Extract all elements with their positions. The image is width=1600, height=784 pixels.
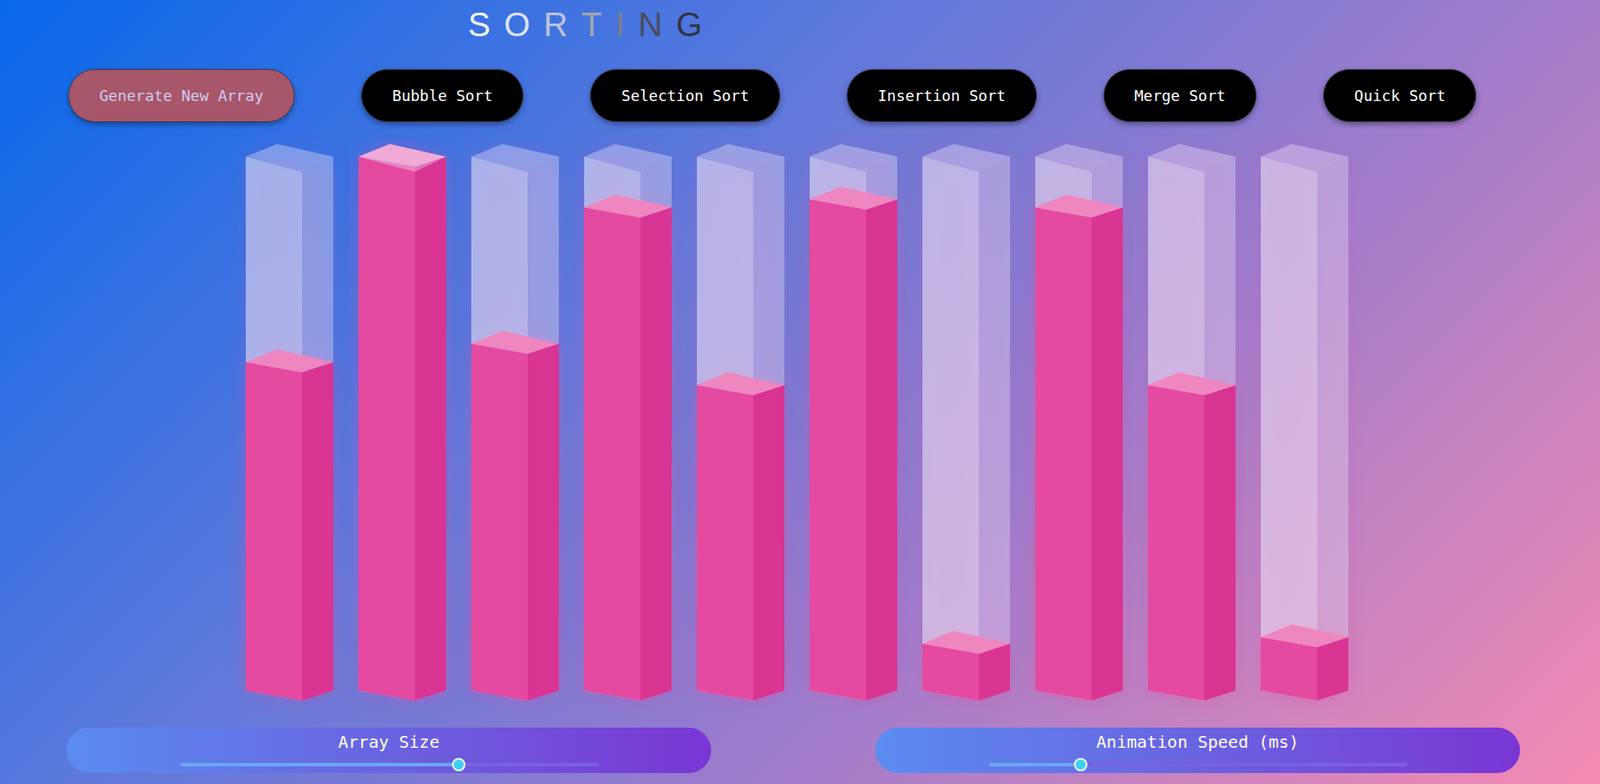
bar-glass-top — [1035, 143, 1123, 172]
bar-glass-top — [809, 143, 898, 172]
bar-glass-side — [527, 156, 559, 701]
generate-button[interactable]: Generate New Array — [68, 69, 295, 123]
slider-fill — [988, 762, 1081, 766]
bar-fill-top — [471, 330, 559, 354]
bar-glass-front — [1035, 156, 1092, 701]
bar-fill-top — [1035, 194, 1123, 218]
bar-glass-side — [978, 156, 1010, 701]
bar-fill-front — [358, 156, 415, 701]
bar-glass-top — [584, 143, 672, 172]
bar-fill-side — [527, 343, 559, 701]
array-bar — [809, 143, 898, 704]
array-bar — [696, 143, 785, 704]
bar-glass-front — [245, 156, 303, 701]
bar-fill-side — [866, 199, 898, 701]
slider-label: Animation Speed (ms) — [1096, 730, 1300, 753]
bar-fill-side — [640, 207, 672, 701]
array-bar — [584, 143, 672, 704]
title-letter: T — [581, 5, 616, 44]
bar-glass-side — [302, 156, 334, 701]
bar-fill-top — [809, 186, 898, 210]
bar-glass-side — [640, 156, 672, 701]
bar-glass-top — [471, 143, 559, 172]
sort-button[interactable]: Insertion Sort — [846, 69, 1037, 123]
sort-button[interactable]: Quick Sort — [1323, 69, 1477, 123]
bar-fill-front — [696, 384, 754, 701]
bar-fill-top — [1260, 624, 1349, 648]
slider-thumb[interactable] — [451, 757, 466, 771]
bar-fill-front — [1260, 637, 1318, 701]
array-bar — [1260, 143, 1349, 704]
bar-glass-top — [1148, 143, 1236, 172]
bar-fill-top — [922, 630, 1010, 654]
bar-fill-side — [1091, 207, 1123, 701]
title-letter: G — [675, 5, 716, 44]
bar-fill-top — [1148, 372, 1236, 395]
bar-fill-side — [1204, 384, 1236, 701]
bar-fill-side — [414, 156, 447, 701]
bar-fill-side — [302, 361, 334, 701]
bar-glass-front — [922, 156, 979, 701]
bar-glass-side — [414, 156, 447, 701]
bar-glass-front — [1260, 156, 1318, 701]
bar-fill-front — [1148, 384, 1205, 701]
bar-chart — [0, 143, 1600, 704]
bar-fill-front — [471, 343, 528, 701]
title-letter: I — [615, 5, 638, 44]
slider[interactable] — [988, 762, 1408, 766]
slider-panel: Animation Speed (ms) — [875, 727, 1521, 773]
bar-fill-front — [1035, 207, 1092, 701]
bar-glass-top — [696, 143, 785, 172]
slider-panel: Array Size — [66, 727, 712, 773]
header: SORTING — [0, 0, 1600, 44]
title-letter: R — [543, 5, 582, 44]
bar-glass-side — [1204, 156, 1236, 701]
title: SORTING — [467, 5, 1600, 44]
bar-fill-front — [584, 207, 641, 701]
sort-button[interactable]: Bubble Sort — [361, 69, 524, 123]
title-letter: S — [467, 5, 505, 44]
sort-button[interactable]: Merge Sort — [1103, 69, 1257, 123]
sort-button[interactable]: Selection Sort — [590, 69, 781, 123]
sorting-visualizer: SORTING Generate New Array Bubble Sort Sele… — [0, 0, 1600, 784]
button-row: Generate New Array Bubble Sort Selection S… — [0, 69, 1600, 123]
bar-glass-side — [1091, 156, 1123, 701]
array-bar — [471, 143, 559, 704]
bar-fill-side — [1317, 637, 1349, 701]
bar-fill-front — [245, 361, 303, 701]
bar-fill-top — [245, 349, 334, 373]
controls: Array Size Animation Speed (ms) — [0, 727, 1600, 773]
bar-glass-front — [358, 156, 415, 701]
title-letter: N — [637, 5, 676, 44]
bar-glass-top — [922, 143, 1010, 172]
slider-label: Array Size — [338, 730, 440, 753]
slider-fill — [180, 762, 459, 766]
array-bar — [358, 143, 447, 704]
bar-glass-side — [866, 156, 898, 701]
bar-glass-top — [245, 143, 334, 172]
bar-fill-top — [584, 194, 672, 218]
array-bar — [245, 143, 334, 704]
bar-glass-front — [471, 156, 528, 701]
array-bar — [1148, 143, 1236, 704]
bar-glass-side — [753, 156, 785, 701]
array-bar — [1035, 143, 1123, 704]
bar-glass-front — [809, 156, 867, 701]
bar-glass-front — [584, 156, 641, 701]
bar-glass-front — [1148, 156, 1205, 701]
bar-fill-top — [696, 372, 785, 395]
slider[interactable] — [180, 762, 599, 766]
bar-glass-top — [358, 143, 447, 172]
title-letter: O — [504, 5, 544, 44]
bar-fill-side — [753, 384, 785, 701]
bar-fill-front — [809, 199, 867, 701]
bar-glass-top — [1260, 143, 1349, 172]
array-bar — [922, 143, 1010, 704]
bar-glass-side — [1317, 156, 1349, 701]
slider-thumb[interactable] — [1073, 757, 1088, 771]
bar-glass-front — [696, 156, 754, 701]
